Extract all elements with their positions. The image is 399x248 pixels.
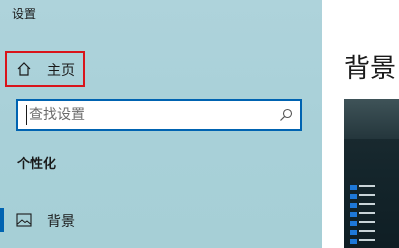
preview-line [359, 230, 375, 232]
preview-line [359, 221, 375, 223]
preview-tile [350, 194, 357, 199]
preview-tile [350, 185, 357, 190]
preview-tile [350, 203, 357, 208]
sidebar-item-home-label: 主页 [47, 63, 75, 79]
preview-tile [350, 221, 357, 226]
picture-icon [16, 213, 32, 227]
search-icon[interactable] [279, 108, 293, 122]
page-title: 背景 [344, 54, 397, 84]
main-content: 背景 [322, 0, 399, 248]
preview-tile [350, 212, 357, 217]
preview-tile [350, 239, 357, 244]
search-input[interactable] [26, 105, 277, 125]
section-title: 个性化 [17, 157, 57, 172]
sidebar-item-background-label: 背景 [47, 214, 75, 230]
preview-line [359, 194, 375, 196]
preview-line [359, 212, 375, 214]
search-box[interactable] [16, 99, 302, 131]
home-icon [17, 62, 31, 76]
preview-line [359, 239, 375, 241]
sidebar-item-background[interactable]: 背景 [0, 207, 322, 235]
preview-line [359, 203, 375, 205]
sidebar-item-home[interactable]: 主页 [5, 51, 85, 87]
window-title: 设置 [12, 7, 37, 21]
background-preview [344, 99, 399, 248]
preview-line [359, 185, 375, 187]
preview-sky [344, 99, 399, 139]
sidebar: 设置 主页 个性化 背景 [0, 0, 322, 248]
settings-window: 设置 主页 个性化 背景 背景 [0, 0, 399, 248]
selected-indicator [0, 208, 4, 232]
preview-tile [350, 230, 357, 235]
